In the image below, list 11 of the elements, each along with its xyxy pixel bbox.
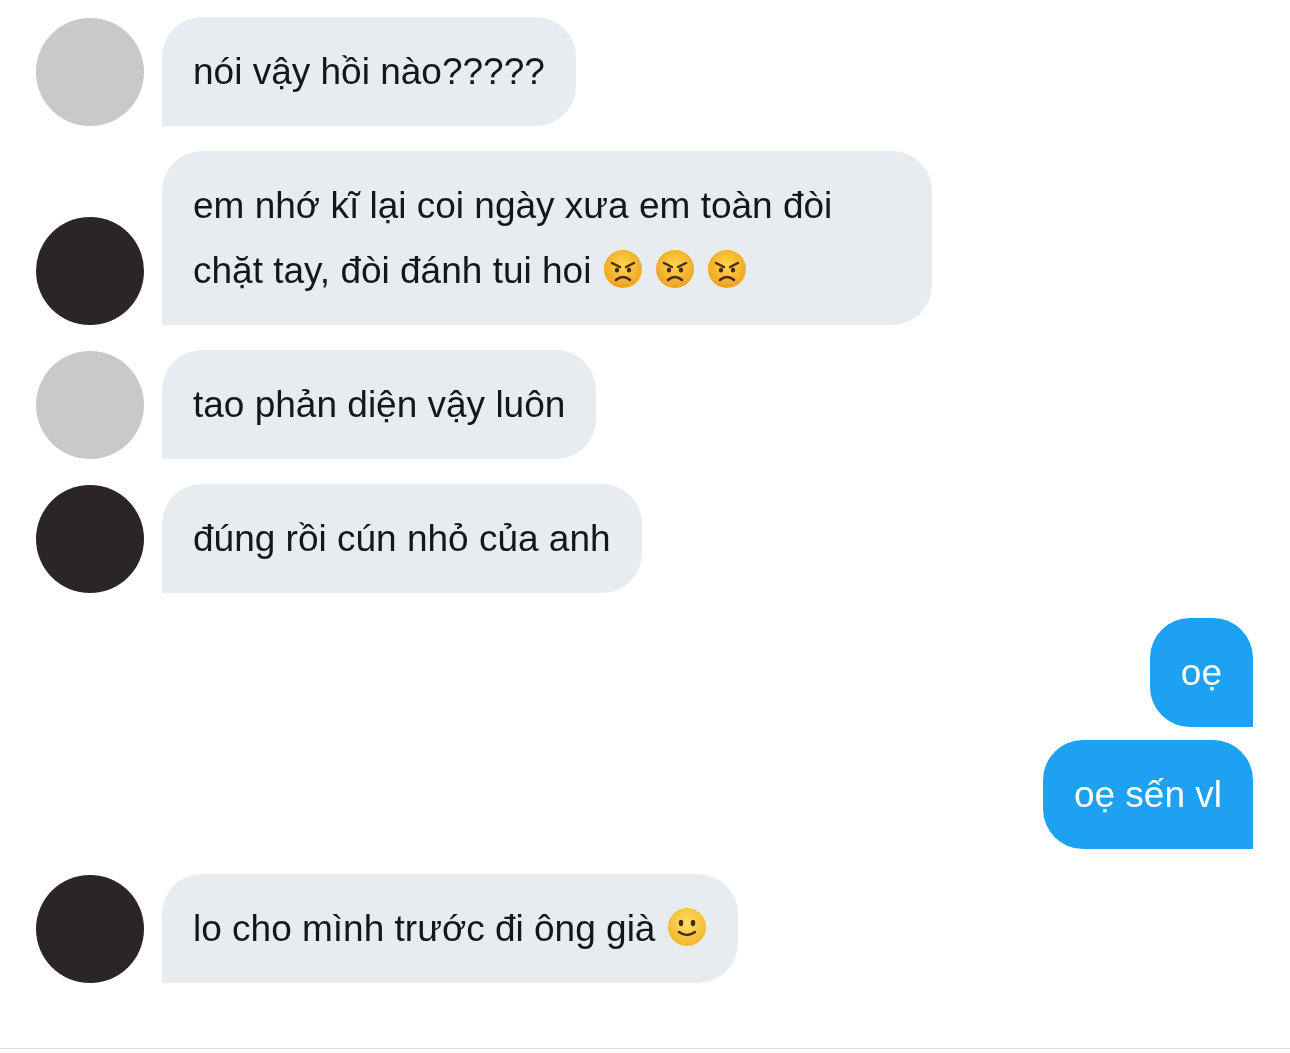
smiling-face-icon: [667, 907, 708, 947]
message-bubble: tao phản diện vậy luôn: [162, 350, 597, 459]
message-bubble: em nhớ kĩ lại coi ngày xưa em toàn đòi chặt tay, đòi đánh tui hoi: [162, 151, 932, 325]
message-bubble: lo cho mình trước đi ông già: [162, 874, 739, 983]
angry-face-icon: [655, 249, 696, 289]
angry-face-icon: [603, 249, 644, 289]
angry-face-icon: [707, 249, 748, 289]
message-bubble: nói vậy hồi nào?????: [162, 17, 576, 126]
message-bubble: oẹ sến vl: [1042, 740, 1253, 849]
message-bubble: đúng rồi cún nhỏ của anh: [162, 484, 642, 593]
message-bubble: oẹ: [1149, 618, 1253, 727]
